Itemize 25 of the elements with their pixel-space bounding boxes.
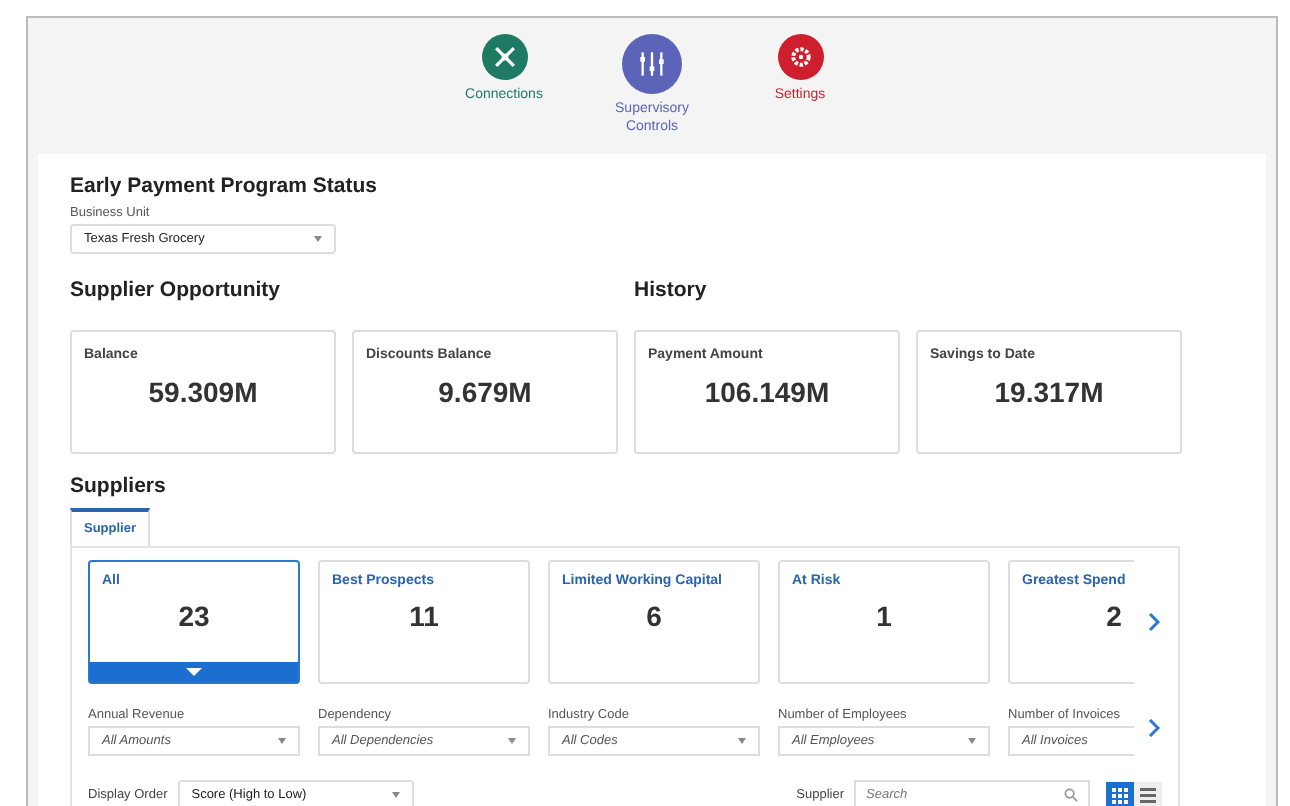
grid-icon [1112,787,1128,803]
section-title: Supplier Opportunity [70,278,282,302]
settings-icon [789,46,811,68]
chevron-right-icon[interactable] [1146,718,1162,738]
tile-count: 2 [1106,600,1122,636]
view-toggle-button[interactable] [1106,781,1134,806]
metric-value: 9.679M [438,376,532,408]
tile-count: 23 [178,600,210,636]
section-title: Suppliers [70,474,168,498]
search-icon [1064,788,1078,802]
metric-value: 19.317M [994,376,1104,408]
chevron-right-icon[interactable] [1146,612,1162,632]
list-icon [1140,787,1156,803]
tile-count: 6 [646,600,662,636]
view-toggle-button[interactable] [1134,781,1162,806]
page-title: Early Payment Program Status [70,174,379,198]
metric-value: 59.309M [148,376,258,408]
metric-value: 106.149M [704,376,830,408]
nav-button[interactable] [777,34,823,80]
sliders-icon [638,50,666,78]
section-title: History [634,278,709,302]
tile-count: 1 [876,600,892,636]
nav-button[interactable] [481,34,527,80]
nav-button[interactable] [622,34,682,94]
tile-count: 11 [409,600,439,636]
